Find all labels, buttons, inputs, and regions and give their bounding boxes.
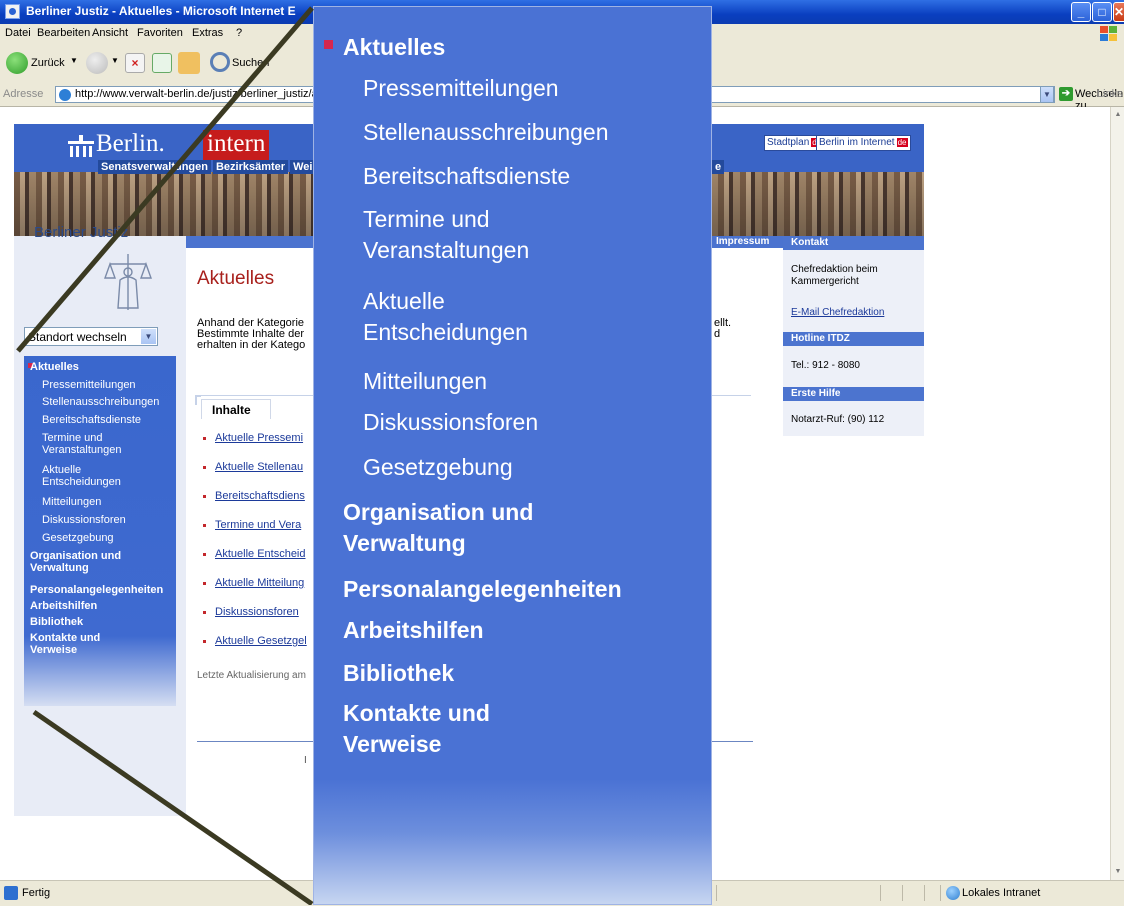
callout-line-bottom [32, 709, 314, 905]
zoom-callout-lines [16, 6, 314, 905]
callout-line-top [16, 6, 314, 353]
